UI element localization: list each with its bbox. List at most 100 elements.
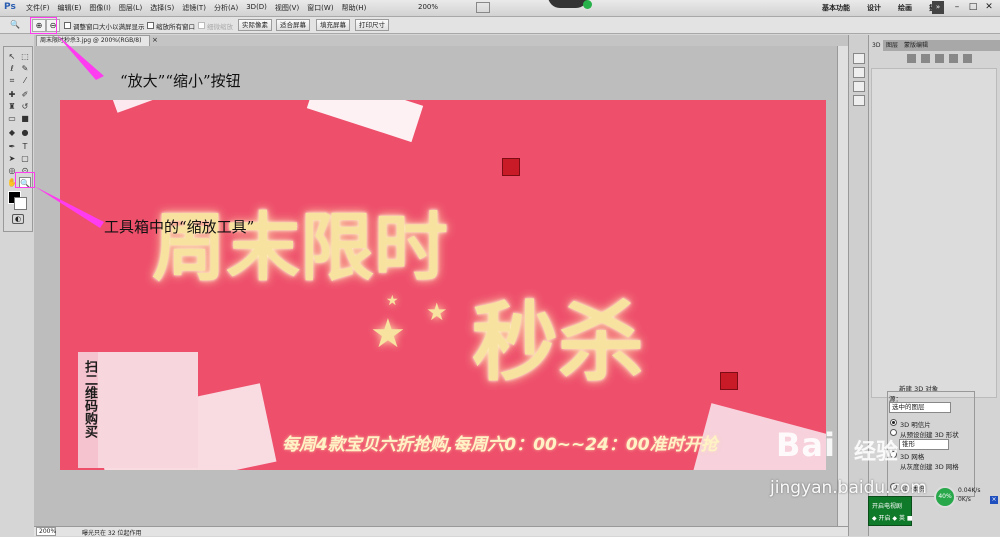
- mesh-icon[interactable]: [921, 54, 930, 63]
- panel-tabs: 3D 图层 蒙版编辑: [869, 40, 1000, 51]
- fit-screen-button[interactable]: 适合屏幕: [276, 19, 310, 31]
- panel-toggle-icon[interactable]: [853, 81, 865, 92]
- postcard-radio[interactable]: [890, 419, 897, 426]
- source-select[interactable]: 选中的图层: [889, 402, 951, 413]
- brush-tool-icon[interactable]: ✐: [19, 89, 31, 100]
- menu-item[interactable]: 编辑(E): [58, 3, 82, 13]
- star-shape: ★: [426, 298, 448, 326]
- qr-code-box: 扫二维码购买: [78, 352, 198, 468]
- dodge-tool-icon[interactable]: ●: [19, 127, 31, 138]
- gradient-tool-icon[interactable]: ■: [19, 113, 31, 124]
- main-menu: 文件(F) 编辑(E) 图像(I) 图层(L) 选择(S) 滤镜(T) 分析(A) 3D(D)…: [26, 3, 374, 13]
- status-dot-icon: [583, 0, 592, 9]
- zoom-buttons-caption: “放大”“缩小”按钮: [120, 72, 241, 90]
- document-tab[interactable]: 周末限时秒杀3.jpg @ 200%(RGB/8): [36, 35, 150, 46]
- menu-item[interactable]: 图层(L): [119, 3, 142, 13]
- menu-item[interactable]: 3D(D): [246, 3, 267, 13]
- history-brush-tool-icon[interactable]: ↺: [19, 101, 31, 112]
- headline-line-2: 秒杀: [472, 293, 644, 393]
- background-color-swatch[interactable]: [14, 197, 27, 210]
- document-tab-strip: 周末限时秒杀3.jpg @ 200%(RGB/8) ×: [34, 35, 850, 46]
- eraser-tool-icon[interactable]: ▭: [6, 113, 18, 124]
- banner-subline: 每周4款宝贝六折抢购,每周六0：00~~24：00准时开抢: [282, 435, 718, 455]
- zoom-tool-preset-icon[interactable]: 🔍: [8, 19, 22, 32]
- menu-item[interactable]: 选择(S): [150, 3, 174, 13]
- scrubby-zoom-checkbox[interactable]: [198, 22, 205, 29]
- panel-toggle-icon[interactable]: [853, 95, 865, 106]
- qr-code-area: [98, 352, 198, 468]
- tab-mask-edit[interactable]: 蒙版编辑: [901, 40, 931, 51]
- gift-icon: [502, 158, 520, 176]
- overlay-blob: [548, 0, 588, 8]
- path-select-tool-icon[interactable]: ➤: [6, 153, 18, 164]
- zoom-buttons-highlight: [30, 17, 57, 34]
- zoom-tool-caption: 工具箱中的“缩放工具”: [104, 218, 255, 236]
- options-bar: 🔍 ⊕ ⊖ 调整窗口大小以满屏显示 缩放所有窗口 细微缩放 实际像素 适合屏幕 …: [0, 17, 1000, 34]
- pen-tool-icon[interactable]: ✒: [6, 141, 18, 152]
- workspace-item[interactable]: 绘画: [898, 3, 912, 13]
- zoom-level-display[interactable]: 200%: [418, 3, 468, 11]
- menu-item[interactable]: 滤镜(T): [182, 3, 206, 13]
- photoshop-logo: Ps: [4, 2, 16, 12]
- zoom-all-windows-label: 缩放所有窗口: [156, 23, 195, 31]
- baidu-watermark: Bai 经验 jingyan.baidu.com: [770, 426, 946, 510]
- panel-toggle-icon[interactable]: [853, 67, 865, 78]
- widget-line-2: ◆ 开启 ◆ 英 ■: [872, 515, 913, 522]
- more-workspaces-button[interactable]: »: [932, 1, 944, 14]
- move-tool-icon[interactable]: ↖: [6, 51, 18, 62]
- healing-tool-icon[interactable]: ✚: [6, 89, 18, 100]
- status-bar: 200% 曝光只在 32 位起作用: [34, 526, 848, 537]
- menu-item[interactable]: 视图(V): [275, 3, 299, 13]
- crop-tool-icon[interactable]: ⌗: [6, 75, 18, 86]
- stamp-tool-icon[interactable]: ♜: [6, 101, 18, 112]
- close-tab-icon[interactable]: ×: [152, 36, 158, 44]
- fill-screen-button[interactable]: 填充屏幕: [316, 19, 350, 31]
- network-speed-widget: 0.04K/s 0K/s: [958, 486, 980, 504]
- quick-select-tool-icon[interactable]: ✎: [19, 63, 31, 74]
- workspace-item[interactable]: 基本功能: [822, 3, 850, 13]
- zoom-percent-field[interactable]: 200%: [36, 527, 56, 536]
- menu-item[interactable]: 窗口(W): [307, 3, 333, 13]
- print-size-button[interactable]: 打印尺寸: [355, 19, 389, 31]
- menu-item[interactable]: 文件(F): [26, 3, 50, 13]
- arrange-documents-icon[interactable]: [476, 2, 490, 13]
- panel-toggle-icon[interactable]: [853, 53, 865, 64]
- menu-item[interactable]: 分析(A): [214, 3, 238, 13]
- tab-3d[interactable]: 3D: [869, 40, 884, 51]
- maximize-button[interactable]: □: [966, 2, 980, 14]
- gift-icon: [720, 372, 738, 390]
- actual-pixels-button[interactable]: 实际像素: [238, 19, 272, 31]
- minimize-button[interactable]: –: [950, 2, 964, 14]
- widget-close-icon[interactable]: ×: [990, 496, 998, 504]
- lasso-tool-icon[interactable]: ℓ: [6, 63, 18, 74]
- menu-bar: Ps 文件(F) 编辑(E) 图像(I) 图层(L) 选择(S) 滤镜(T) 分析(A) 3D…: [0, 0, 1000, 17]
- zoom-all-windows-checkbox[interactable]: [147, 22, 154, 29]
- banner-white-shape: [107, 100, 193, 113]
- marquee-tool-icon[interactable]: ⬚: [19, 51, 31, 62]
- material-icon[interactable]: [935, 54, 944, 63]
- shape-tool-icon[interactable]: ▢: [19, 153, 31, 164]
- headline-line-1: 周末限时: [152, 205, 448, 291]
- light-icon[interactable]: [963, 54, 972, 63]
- tab-layers[interactable]: 图层: [883, 40, 901, 51]
- type-tool-icon[interactable]: T: [19, 141, 31, 152]
- resize-windows-checkbox[interactable]: [64, 22, 71, 29]
- star-shape: ★: [370, 311, 406, 357]
- scene-icon[interactable]: [907, 54, 916, 63]
- baidu-url: jingyan.baidu.com: [770, 478, 927, 498]
- quick-mask-icon[interactable]: ◐: [12, 214, 24, 224]
- eyedropper-tool-icon[interactable]: ⁄: [19, 75, 31, 86]
- menu-item[interactable]: 图像(I): [89, 3, 111, 13]
- blur-tool-icon[interactable]: ◆: [6, 127, 18, 138]
- scrubby-zoom-label: 细微缩放: [207, 23, 233, 31]
- material-icon[interactable]: [949, 54, 958, 63]
- close-button[interactable]: ✕: [982, 2, 996, 14]
- baidu-logo: Bai: [776, 426, 836, 464]
- baidu-jingyan-label: 经验: [854, 440, 899, 465]
- panel-icon-row: [907, 54, 977, 63]
- star-shape: ★: [386, 293, 399, 309]
- menu-item[interactable]: 帮助(H): [342, 3, 367, 13]
- workspace-item[interactable]: 设计: [867, 3, 881, 13]
- banner-image: 扫二维码购买 周末限时 秒杀 ★ ★ ★ 每周4款宝贝六折抢购,每周六0：00~…: [60, 100, 826, 470]
- banner-white-shape: [306, 100, 424, 143]
